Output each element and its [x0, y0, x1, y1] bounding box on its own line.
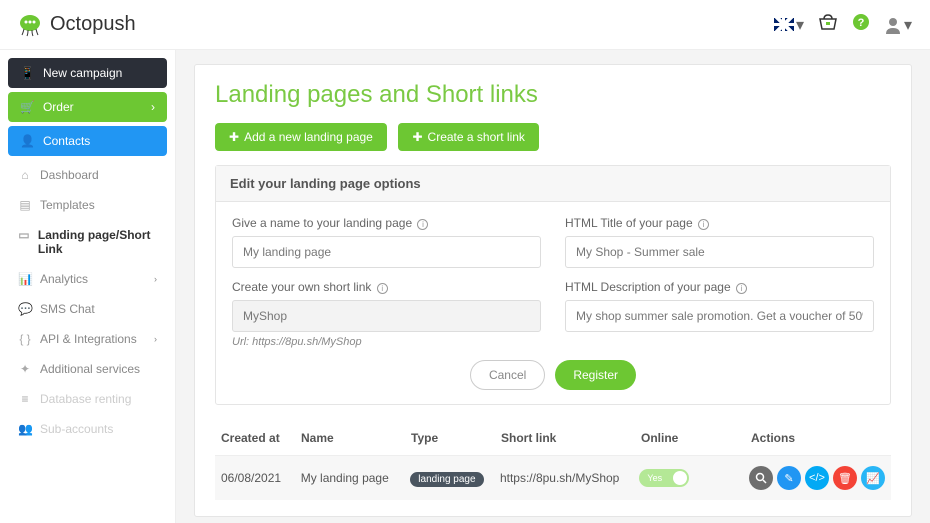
database-icon: ≡: [18, 392, 32, 406]
panel-title: Edit your landing page options: [216, 166, 890, 202]
info-icon[interactable]: i: [377, 283, 388, 294]
cell-actions: ✎ </> 🗑 📈: [749, 466, 885, 490]
info-icon[interactable]: i: [698, 219, 709, 230]
html-title-input[interactable]: [565, 236, 874, 268]
svg-text:?: ?: [858, 17, 865, 29]
cell-shortlink: https://8pu.sh/MyShop: [500, 471, 639, 485]
info-icon[interactable]: i: [417, 219, 428, 230]
stats-button[interactable]: 📈: [861, 466, 885, 490]
users-icon: 👥: [18, 422, 32, 436]
order-label: Order: [43, 100, 74, 114]
edit-button[interactable]: ✎: [777, 466, 801, 490]
landing-table: Created at Name Type Short link Online A…: [215, 421, 891, 500]
sidebar-item-landing[interactable]: ▭Landing page/Short Link: [8, 220, 167, 264]
contacts-icon: 👤: [20, 134, 35, 148]
chevron-right-icon: ›: [154, 274, 157, 284]
contacts-label: Contacts: [43, 134, 90, 148]
brand[interactable]: Octopush: [18, 13, 136, 37]
plus-icon: ✚: [412, 130, 422, 144]
cart-icon: 🛒: [20, 100, 35, 114]
sidebar-item-templates[interactable]: ▤Templates: [8, 190, 167, 220]
create-shortlink-button[interactable]: ✚Create a short link: [398, 123, 538, 151]
plus-icon: ✚: [229, 130, 239, 144]
tools-icon: ✦: [18, 362, 32, 376]
new-campaign-button[interactable]: 📱 New campaign: [8, 58, 167, 88]
topbar: Octopush ▾ ? ▾: [0, 0, 930, 50]
sidebar-item-analytics[interactable]: 📊Analytics›: [8, 264, 167, 294]
name-label: Give a name to your landing page i: [232, 216, 541, 230]
register-button[interactable]: Register: [555, 360, 636, 390]
info-icon[interactable]: i: [736, 283, 747, 294]
html-desc-input[interactable]: [565, 300, 874, 332]
sidebar-item-api[interactable]: { }API & Integrations›: [8, 324, 167, 354]
phone-icon: 📱: [20, 66, 35, 80]
sidebar-item-dashboard[interactable]: ⌂Dashboard: [8, 160, 167, 190]
chat-icon: 💬: [18, 302, 32, 316]
home-icon: ⌂: [18, 168, 32, 182]
table-row: 06/08/2021 My landing page landing page …: [215, 456, 891, 500]
sidebar-item-database[interactable]: ≡Database renting: [8, 384, 167, 414]
language-selector[interactable]: ▾: [774, 15, 804, 35]
chevron-right-icon: ›: [154, 334, 157, 344]
table-header: Created at Name Type Short link Online A…: [215, 421, 891, 456]
new-campaign-label: New campaign: [43, 66, 122, 80]
html-title-label: HTML Title of your page i: [565, 216, 874, 230]
template-icon: ▤: [18, 198, 32, 212]
url-hint: Url: https://8pu.sh/MyShop: [232, 336, 541, 348]
top-actions: ▾ ? ▾: [774, 13, 912, 36]
contacts-button[interactable]: 👤 Contacts: [8, 126, 167, 156]
basket-icon[interactable]: [818, 13, 838, 36]
chart-icon: 📊: [18, 272, 32, 286]
name-input[interactable]: [232, 236, 541, 268]
api-icon: { }: [18, 332, 32, 346]
online-toggle[interactable]: Yes: [639, 469, 689, 487]
main-content: Landing pages and Short links ✚Add a new…: [176, 50, 930, 523]
html-desc-label: HTML Description of your page i: [565, 280, 874, 294]
cell-online: Yes: [639, 469, 749, 487]
logo-icon: [18, 13, 42, 37]
user-menu[interactable]: ▾: [884, 15, 912, 35]
add-landing-button[interactable]: ✚Add a new landing page: [215, 123, 387, 151]
content-card: Landing pages and Short links ✚Add a new…: [194, 64, 912, 517]
code-button[interactable]: </>: [805, 466, 829, 490]
sidebar: 📱 New campaign 🛒 Order › 👤 Contacts ⌂Dashboa…: [0, 50, 176, 523]
sidebar-item-subaccounts[interactable]: 👥Sub-accounts: [8, 414, 167, 444]
cell-created: 06/08/2021: [221, 471, 301, 485]
footer: Terms FAQ Campaign tips: [194, 517, 912, 523]
page-icon: ▭: [18, 228, 30, 256]
sidebar-item-smschat[interactable]: 💬SMS Chat: [8, 294, 167, 324]
edit-panel: Edit your landing page options Give a na…: [215, 165, 891, 405]
brand-name: Octopush: [50, 13, 136, 36]
cell-name: My landing page: [301, 471, 411, 485]
help-icon[interactable]: ?: [852, 13, 870, 36]
sidebar-item-services[interactable]: ✦Additional services: [8, 354, 167, 384]
type-badge: landing page: [410, 472, 483, 487]
cell-type: landing page: [410, 471, 500, 485]
chevron-right-icon: ›: [151, 100, 155, 114]
page-title: Landing pages and Short links: [215, 81, 891, 109]
preview-button[interactable]: [749, 466, 773, 490]
cancel-button[interactable]: Cancel: [470, 360, 545, 390]
shortlink-input[interactable]: [232, 300, 541, 332]
shortlink-label: Create your own short link i: [232, 280, 541, 294]
delete-button[interactable]: 🗑: [833, 466, 857, 490]
order-button[interactable]: 🛒 Order ›: [8, 92, 167, 122]
